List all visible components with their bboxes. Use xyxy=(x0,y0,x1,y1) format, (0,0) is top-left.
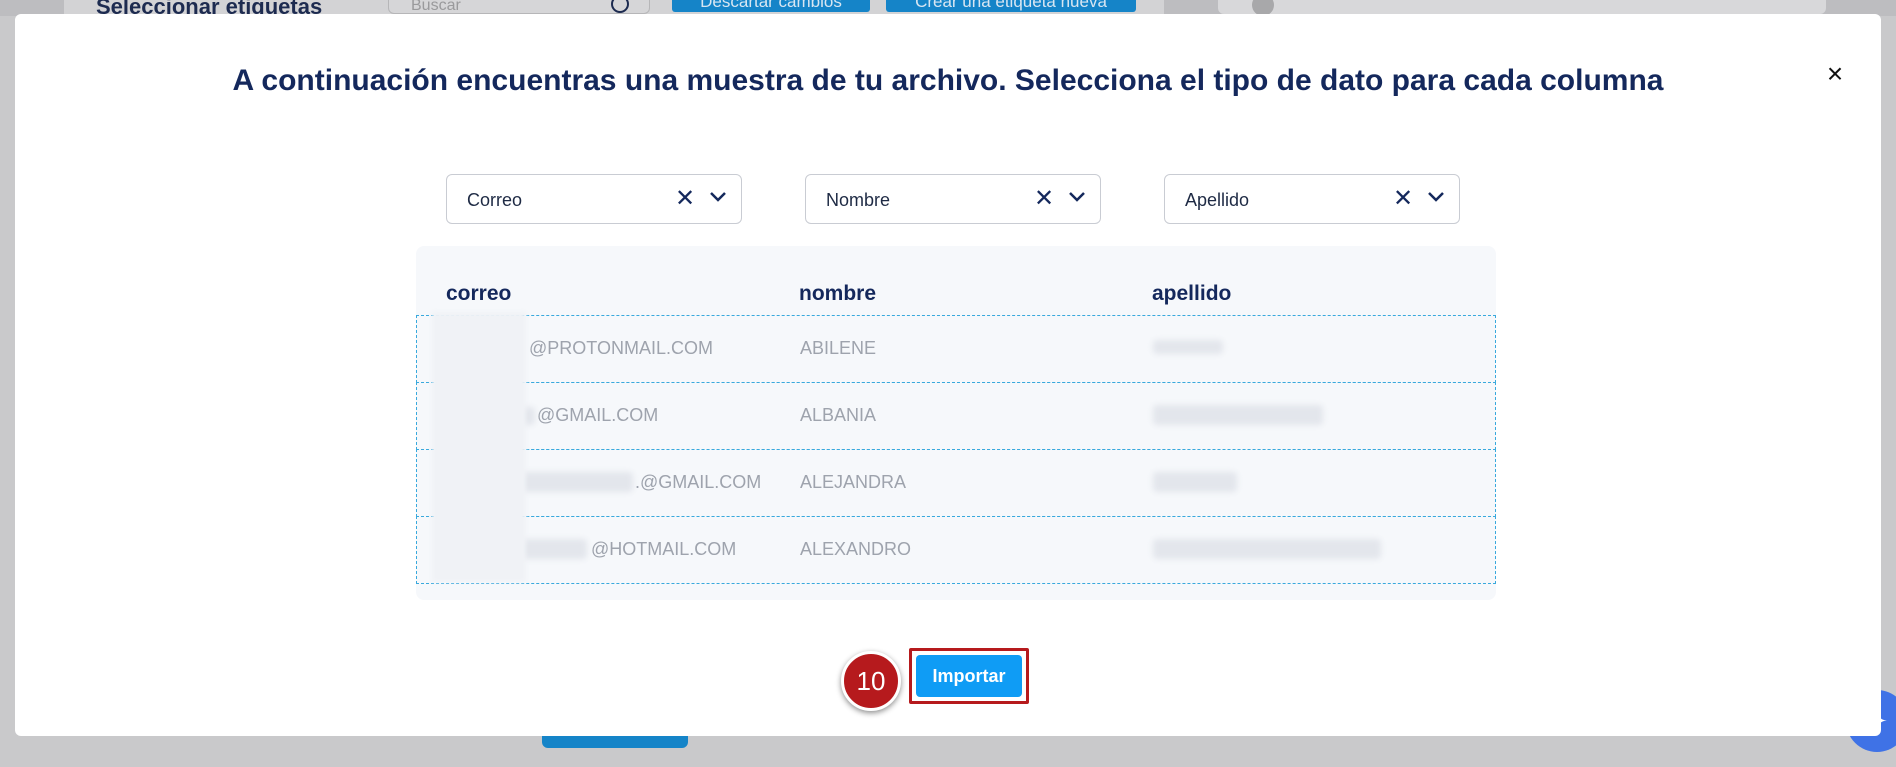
chevron-down-icon[interactable] xyxy=(709,191,727,203)
column-type-select-correo[interactable]: Correo ✕ xyxy=(446,174,742,224)
preview-table: correo nombre apellido @PROTONMAIL.COM A… xyxy=(416,246,1496,600)
cell-correo: @GMAIL.COM xyxy=(537,405,659,425)
import-preview-modal: A continuación encuentras una muestra de… xyxy=(15,14,1881,736)
discard-changes-button: Descartar cambios xyxy=(672,0,870,12)
redacted-apellido xyxy=(1153,340,1223,354)
table-row: @HOTMAIL.COM ALEXANDRO xyxy=(416,516,1496,584)
table-row: .@GMAIL.COM ALEJANDRA xyxy=(416,449,1496,517)
create-tag-button: Crear una etiqueta nueva xyxy=(886,0,1136,12)
redacted-apellido xyxy=(1153,405,1323,425)
cell-nombre: ALBANIA xyxy=(800,405,877,425)
column-header-nombre: nombre xyxy=(799,282,877,305)
column-type-select-nombre[interactable]: Nombre ✕ xyxy=(805,174,1101,224)
chevron-down-icon[interactable] xyxy=(1427,191,1445,203)
select-value: Apellido xyxy=(1185,190,1250,210)
cell-nombre: ALEXANDRO xyxy=(800,539,912,559)
clear-icon[interactable]: ✕ xyxy=(675,186,695,212)
cell-correo: @PROTONMAIL.COM xyxy=(529,338,713,358)
select-value: Nombre xyxy=(826,190,891,210)
select-value: Correo xyxy=(467,190,523,210)
search-icon xyxy=(611,0,629,13)
clear-icon[interactable]: ✕ xyxy=(1034,186,1054,212)
cell-correo: @HOTMAIL.COM xyxy=(591,539,737,559)
column-type-select-apellido[interactable]: Apellido ✕ xyxy=(1164,174,1460,224)
background-right-panel xyxy=(1218,0,1826,16)
cell-nombre: ABILENE xyxy=(800,338,877,358)
close-icon[interactable]: × xyxy=(1821,60,1849,88)
redacted-correo-column xyxy=(432,312,526,582)
table-row: @PROTONMAIL.COM ABILENE xyxy=(416,315,1496,383)
import-button-highlight: Importar xyxy=(909,648,1029,704)
clear-icon[interactable]: ✕ xyxy=(1393,186,1413,212)
import-button[interactable]: Importar xyxy=(916,655,1022,697)
column-header-correo: correo xyxy=(446,282,512,305)
cell-nombre: ALEJANDRA xyxy=(800,472,907,492)
column-header-apellido: apellido xyxy=(1152,282,1232,305)
chevron-down-icon[interactable] xyxy=(1068,191,1086,203)
step-number-badge: 10 xyxy=(841,651,901,711)
table-row: @GMAIL.COM ALBANIA xyxy=(416,382,1496,450)
cell-correo: .@GMAIL.COM xyxy=(635,472,762,492)
modal-title: A continuación encuentras una muestra de… xyxy=(232,64,1664,97)
search-placeholder: Buscar xyxy=(411,0,461,14)
redacted-apellido xyxy=(1153,472,1237,492)
background-search-input: Buscar xyxy=(388,0,650,14)
redacted-apellido xyxy=(1153,539,1381,559)
